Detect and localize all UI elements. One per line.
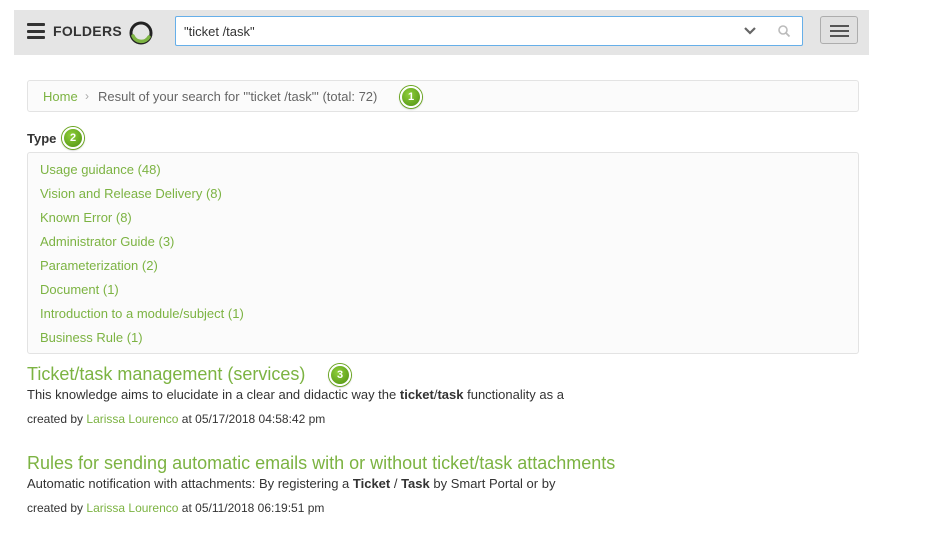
- hamburger-menu-icon[interactable]: [27, 23, 45, 39]
- author-link[interactable]: Larissa Lourenco: [86, 501, 178, 515]
- type-filter-item[interactable]: Known Error (8): [40, 210, 244, 234]
- type-filter-item[interactable]: Parameterization (2): [40, 258, 244, 282]
- navbar-toggle-button[interactable]: [820, 16, 858, 44]
- search-icon[interactable]: [777, 24, 791, 38]
- result-snippet: Automatic notification with attachments:…: [27, 476, 556, 491]
- type-filter-item[interactable]: Document (1): [40, 282, 244, 306]
- type-filter-item[interactable]: Introduction to a module/subject (1): [40, 306, 244, 330]
- type-filter-item[interactable]: Usage guidance (48): [40, 162, 244, 186]
- step-badge-2: 2: [62, 127, 84, 149]
- step-badge-1: 1: [400, 86, 422, 108]
- author-link[interactable]: Larissa Lourenco: [86, 412, 178, 426]
- result-date: 05/17/2018 04:58:42 pm: [195, 412, 326, 426]
- folders-label[interactable]: FOLDERS: [53, 23, 122, 39]
- step-badge-3: 3: [329, 364, 351, 386]
- top-navbar: FOLDERS: [14, 10, 869, 55]
- result-meta: created by Larissa Lourenco at 05/11/201…: [27, 501, 325, 515]
- result-date: 05/11/2018 06:19:51 pm: [195, 501, 325, 515]
- result-title-link[interactable]: Rules for sending automatic emails with …: [27, 453, 615, 474]
- breadcrumb-home-link[interactable]: Home: [43, 89, 78, 104]
- type-filter-item[interactable]: Business Rule (1): [40, 330, 244, 354]
- breadcrumb-current: Result of your search for '"ticket /task…: [98, 89, 378, 104]
- type-filter-panel: Usage guidance (48) Vision and Release D…: [27, 152, 859, 354]
- breadcrumb-separator: ›: [85, 89, 89, 103]
- search-input[interactable]: [184, 21, 724, 41]
- chevron-down-icon[interactable]: [743, 26, 757, 36]
- type-filter-heading: Type: [27, 131, 57, 146]
- result-meta: created by Larissa Lourenco at 05/17/201…: [27, 412, 326, 426]
- type-filter-item[interactable]: Administrator Guide (3): [40, 234, 244, 258]
- result-title-link[interactable]: Ticket/task management (services): [27, 364, 305, 385]
- breadcrumb: Home › Result of your search for '"ticke…: [27, 80, 859, 112]
- type-filter-list: Usage guidance (48) Vision and Release D…: [40, 162, 244, 354]
- type-filter-item[interactable]: Vision and Release Delivery (8): [40, 186, 244, 210]
- search-result: Ticket/task management (services) This k…: [27, 364, 887, 426]
- search-result: Rules for sending automatic emails with …: [27, 453, 887, 515]
- search-box: [175, 16, 803, 46]
- app-logo-icon: [129, 21, 153, 45]
- result-snippet: This knowledge aims to elucidate in a cl…: [27, 387, 564, 402]
